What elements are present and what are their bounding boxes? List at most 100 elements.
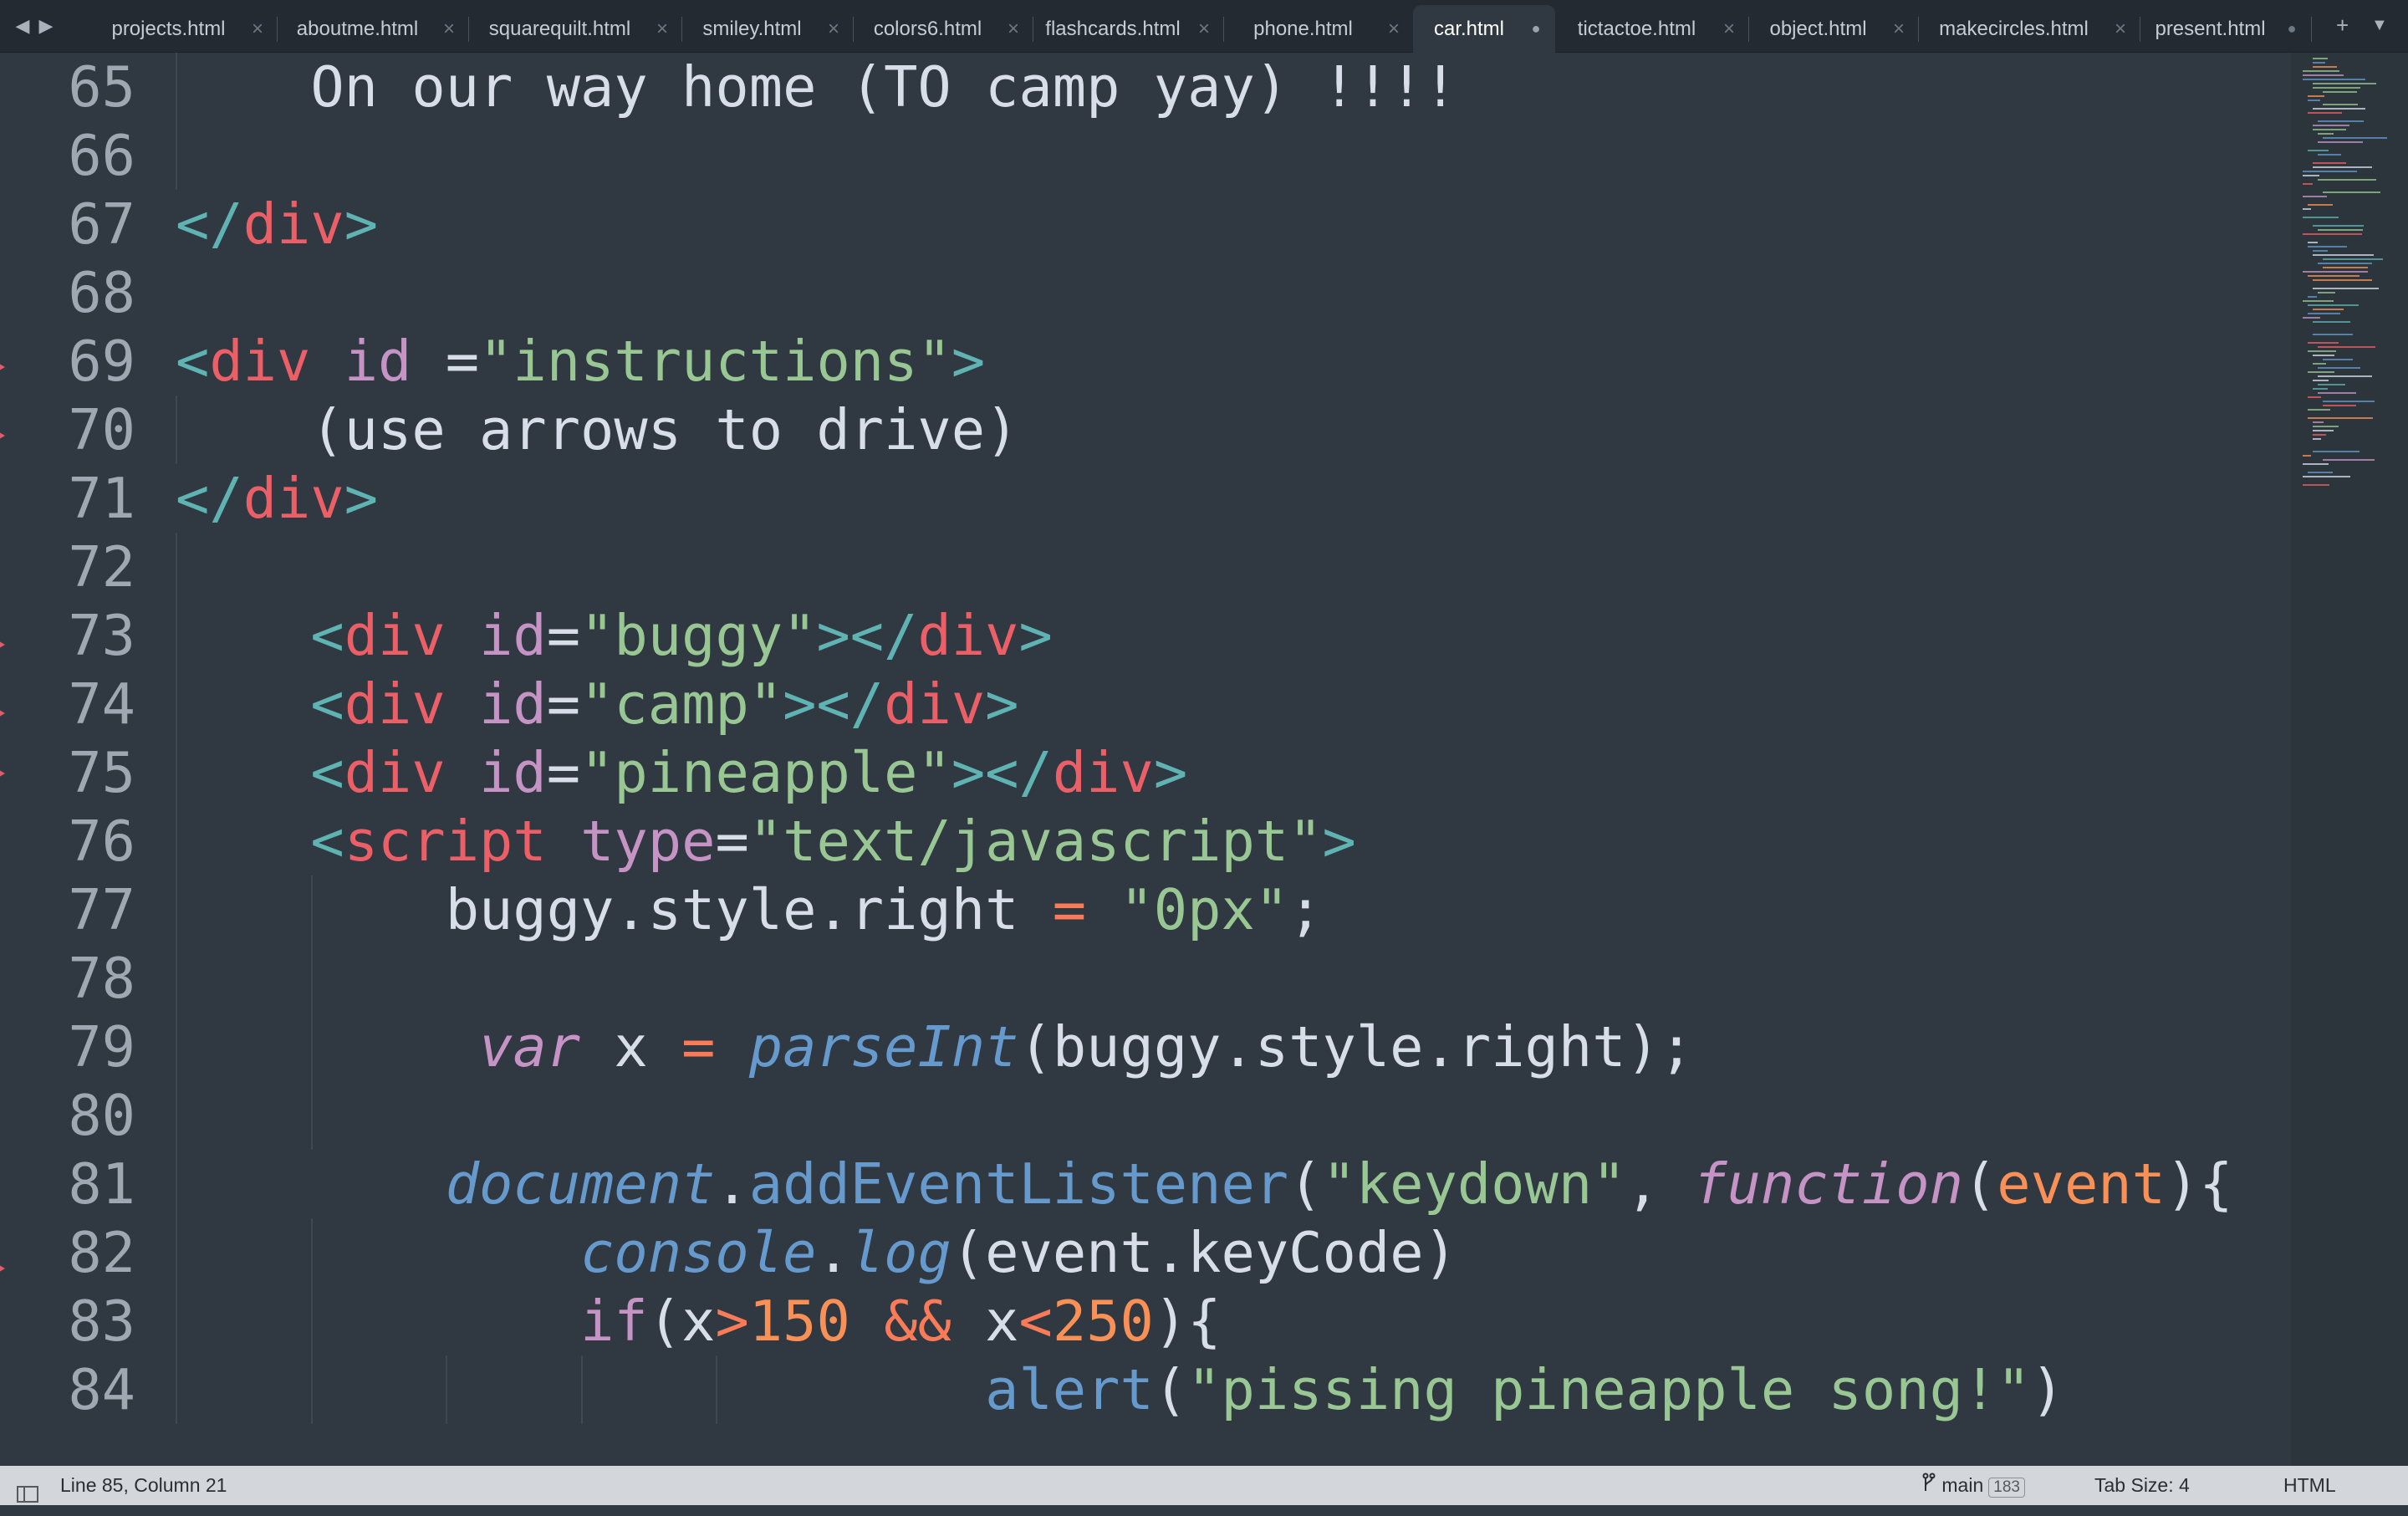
close-icon[interactable]: × bbox=[2111, 5, 2130, 53]
code-line[interactable]: 65 On our way home (TO camp yay) !!!! bbox=[0, 53, 2291, 121]
minimap-line bbox=[2318, 346, 2375, 348]
code-line[interactable]: 71 </div> bbox=[0, 464, 2291, 533]
code-line[interactable]: 73 <div id="buggy"></div> bbox=[0, 601, 2291, 670]
code-text: if(x>150 && x<250){ bbox=[176, 1287, 1222, 1355]
token-fn: document bbox=[445, 1151, 716, 1217]
code-line[interactable]: 72 bbox=[0, 533, 2291, 601]
line-number: 82 bbox=[68, 1220, 135, 1285]
tab-phone[interactable]: phone.html × bbox=[1223, 5, 1414, 53]
minimap-line bbox=[2303, 208, 2311, 210]
minimap-line bbox=[2313, 355, 2334, 356]
token-name: div bbox=[242, 191, 344, 257]
tab-smiley[interactable]: smiley.html × bbox=[681, 5, 854, 53]
close-icon[interactable]: × bbox=[1004, 5, 1023, 53]
token-kw: function bbox=[1693, 1151, 1963, 1217]
minimap-line bbox=[2303, 70, 2339, 72]
code-line[interactable]: 81 document.addEventListener("keydown", … bbox=[0, 1150, 2291, 1218]
code-line[interactable]: 76 <script type="text/javascript"> bbox=[0, 807, 2291, 875]
sidebar-toggle-icon[interactable] bbox=[17, 1477, 38, 1503]
code-line[interactable]: 77 buggy.style.right = "0px"; bbox=[0, 875, 2291, 944]
code-line[interactable]: 83 if(x>150 && x<250){ bbox=[0, 1287, 2291, 1355]
minimap-line bbox=[2323, 359, 2353, 360]
token-op: = bbox=[1052, 877, 1087, 942]
diff-marker-icon bbox=[0, 361, 5, 373]
token-tag: < bbox=[176, 329, 210, 394]
token-fn: console bbox=[580, 1220, 817, 1285]
forward-arrow-icon[interactable]: ▶ bbox=[35, 12, 57, 40]
tab-colors6[interactable]: colors6.html × bbox=[853, 5, 1033, 53]
code-line[interactable]: 79 var x = parseInt(buggy.style.right); bbox=[0, 1013, 2291, 1081]
tab-menu-icon[interactable]: ▼ bbox=[2371, 10, 2388, 40]
cursor-position[interactable]: Line 85, Column 21 bbox=[60, 1466, 227, 1505]
code-line[interactable]: 67 </div> bbox=[0, 190, 2291, 258]
close-icon[interactable]: × bbox=[824, 5, 843, 53]
code-line[interactable]: 69 <div id ="instructions"> bbox=[0, 327, 2291, 396]
code-line[interactable]: 78 bbox=[0, 944, 2291, 1013]
code-line[interactable]: 75 <div id="pineapple"></div> bbox=[0, 738, 2291, 807]
git-branch[interactable]: main 183 bbox=[1921, 1466, 2025, 1506]
code-line[interactable]: 68 bbox=[0, 258, 2291, 327]
git-branch-icon bbox=[1921, 1467, 1936, 1506]
token-call: addEventListener bbox=[748, 1151, 1289, 1217]
close-icon[interactable]: × bbox=[1385, 5, 1403, 53]
line-number: 75 bbox=[68, 740, 135, 805]
code-line[interactable]: 66 bbox=[0, 121, 2291, 190]
minimap-line bbox=[2308, 417, 2373, 419]
token-txt: = bbox=[546, 603, 581, 668]
minimap-line bbox=[2323, 405, 2356, 406]
code-line[interactable]: 82 console.log(event.keyCode) bbox=[0, 1218, 2291, 1287]
unsaved-dot-icon[interactable]: ● bbox=[1527, 5, 1545, 53]
minimap-line bbox=[2303, 183, 2313, 185]
code-editor[interactable]: 65 On our way home (TO camp yay) !!!! 66 6… bbox=[0, 53, 2291, 1466]
line-number: 83 bbox=[68, 1289, 135, 1354]
tab-present[interactable]: present.html ● bbox=[2140, 5, 2312, 53]
new-tab-icon[interactable]: + bbox=[2336, 10, 2349, 40]
tab-tictactoe[interactable]: tictactoe.html × bbox=[1555, 5, 1749, 53]
minimap-line bbox=[2303, 484, 2329, 486]
tab-flashcards[interactable]: flashcards.html × bbox=[1033, 5, 1224, 53]
minimap[interactable] bbox=[2291, 53, 2408, 1466]
tab-squarequilt[interactable]: squarequilt.html × bbox=[468, 5, 682, 53]
line-number: 67 bbox=[68, 191, 135, 257]
close-icon[interactable]: × bbox=[653, 5, 671, 53]
tab-makecircles[interactable]: makecircles.html × bbox=[1918, 5, 2140, 53]
tab-object[interactable]: object.html × bbox=[1748, 5, 1919, 53]
indent-guide bbox=[176, 944, 177, 1013]
minimap-line bbox=[2318, 367, 2360, 369]
code-line[interactable]: 74 <div id="camp"></div> bbox=[0, 670, 2291, 738]
minimap-line bbox=[2313, 334, 2353, 335]
minimap-line bbox=[2308, 296, 2317, 298]
code-text: alert("pissing pineapple song!") bbox=[176, 1355, 2064, 1424]
tab-label: car.html bbox=[1433, 18, 1505, 40]
code-line[interactable]: 84 alert("pissing pineapple song!") bbox=[0, 1355, 2291, 1424]
minimap-line bbox=[2318, 292, 2335, 294]
tab-car[interactable]: car.html ● bbox=[1413, 5, 1555, 53]
close-icon[interactable]: × bbox=[248, 5, 267, 53]
close-icon[interactable]: × bbox=[1720, 5, 1738, 53]
tab-aboutme[interactable]: aboutme.html × bbox=[277, 5, 469, 53]
diff-marker-icon bbox=[0, 768, 5, 779]
minimap-line bbox=[2303, 271, 2368, 273]
token-tag: ></ bbox=[816, 603, 918, 668]
line-number: 70 bbox=[68, 397, 135, 462]
code-text: console.log(event.keyCode) bbox=[176, 1218, 1457, 1287]
minimap-line bbox=[2318, 154, 2341, 156]
minimap-line bbox=[2308, 350, 2336, 352]
syntax-mode[interactable]: HTML bbox=[2283, 1466, 2336, 1505]
minimap-line bbox=[2303, 175, 2319, 176]
tab-projects[interactable]: projects.html × bbox=[90, 5, 278, 53]
close-icon[interactable]: × bbox=[1890, 5, 1908, 53]
line-number: 84 bbox=[68, 1357, 135, 1422]
code-line[interactable]: 80 bbox=[0, 1081, 2291, 1150]
back-arrow-icon[interactable]: ◀ bbox=[12, 12, 33, 40]
tab-size[interactable]: Tab Size: 4 bbox=[2094, 1466, 2190, 1505]
code-line[interactable]: 70 (use arrows to drive) bbox=[0, 396, 2291, 464]
close-icon[interactable]: × bbox=[1195, 5, 1213, 53]
close-icon[interactable]: × bbox=[440, 5, 458, 53]
unsaved-dot-icon[interactable]: ● bbox=[2283, 5, 2301, 53]
tab-divider bbox=[2311, 17, 2312, 42]
